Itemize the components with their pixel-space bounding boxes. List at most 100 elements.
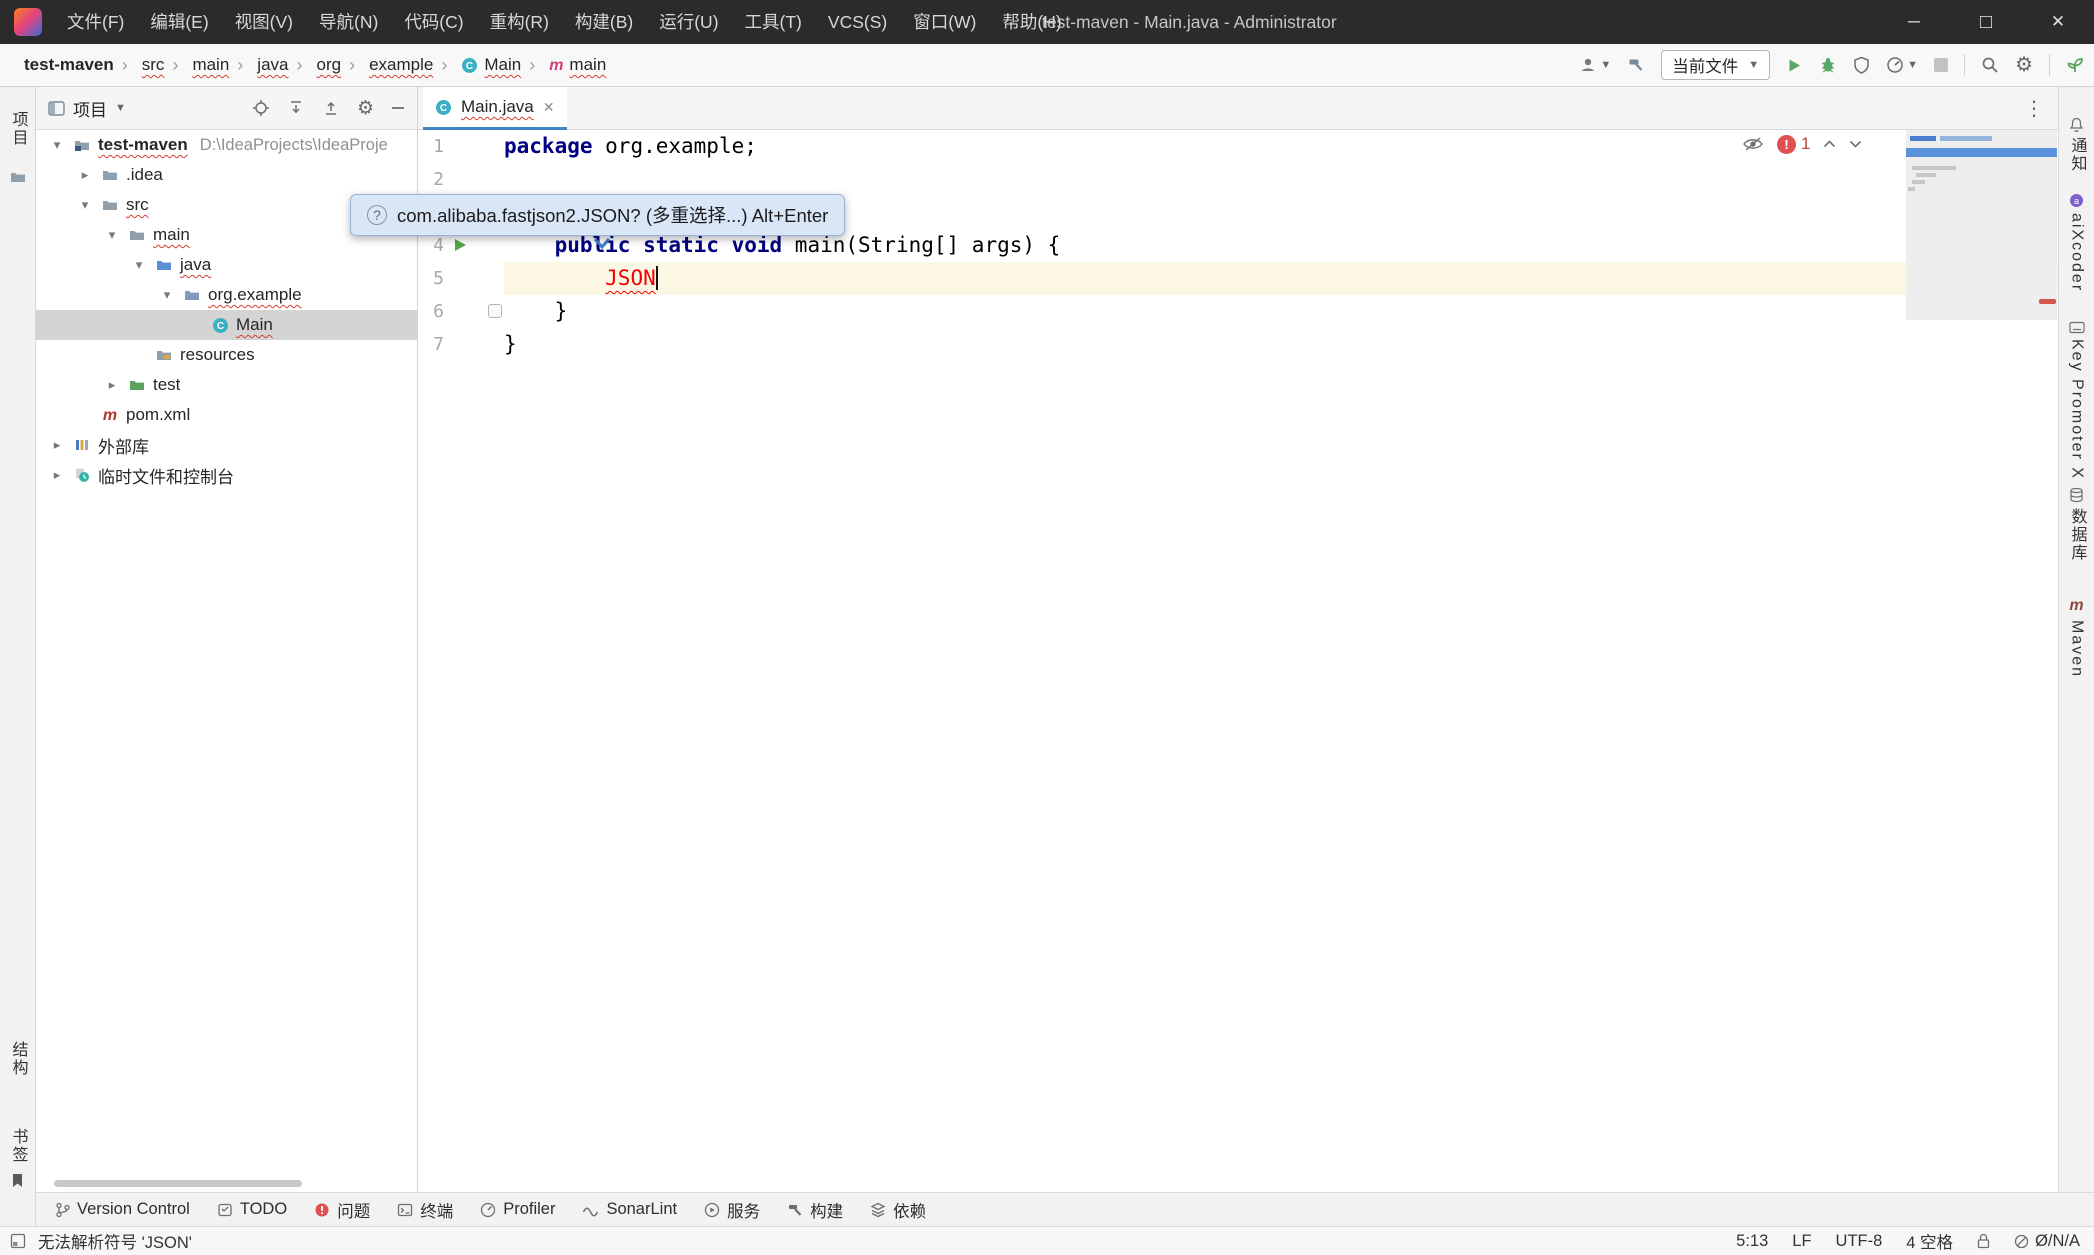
tool-button-build[interactable]: 构建	[787, 1198, 843, 1222]
hide-panel-icon[interactable]	[391, 101, 405, 115]
expand-icon[interactable]	[103, 377, 121, 393]
tool-window-button-maven[interactable]: Maven	[2059, 595, 2094, 678]
tool-button-dependencies[interactable]: 依赖	[870, 1198, 926, 1222]
error-count-badge[interactable]: 1	[1777, 134, 1810, 154]
previous-error-icon[interactable]	[1823, 140, 1836, 148]
settings-gear-icon[interactable]	[2015, 55, 2033, 75]
run-configuration-select[interactable]: 当前文件	[1661, 50, 1770, 80]
profile-button[interactable]	[1579, 56, 1611, 74]
menu-build[interactable]: 构建(B)	[562, 0, 646, 44]
close-button[interactable]	[2022, 0, 2094, 44]
panel-settings-gear-icon[interactable]	[357, 99, 374, 118]
breadcrumb-item-method-main[interactable]: main	[521, 55, 606, 76]
expand-icon[interactable]	[48, 137, 66, 153]
debug-icon[interactable]	[1819, 56, 1837, 74]
expand-icon[interactable]	[48, 437, 66, 453]
stop-icon[interactable]	[1934, 58, 1948, 72]
run-icon[interactable]	[1786, 57, 1803, 74]
tool-button-version-control[interactable]: Version Control	[55, 1200, 190, 1219]
tool-window-button-database[interactable]: 数据库	[2059, 487, 2094, 562]
tree-item-org-example[interactable]: org.example	[36, 280, 417, 310]
tree-item-pom-xml[interactable]: pom.xml	[36, 400, 417, 430]
horizontal-scrollbar[interactable]	[54, 1180, 302, 1187]
more-options-icon[interactable]	[2024, 87, 2044, 129]
next-error-icon[interactable]	[1849, 140, 1862, 148]
highlight-level-eye-icon[interactable]	[1742, 136, 1764, 152]
tool-button-services[interactable]: 服务	[704, 1198, 760, 1222]
breadcrumb-item-class-main[interactable]: C Main	[433, 55, 521, 76]
menu-window[interactable]: 窗口(W)	[900, 0, 989, 44]
profiler-run-button[interactable]	[1886, 56, 1918, 74]
tool-button-sonarlint[interactable]: SonarLint	[582, 1200, 677, 1219]
expand-icon[interactable]	[76, 167, 94, 183]
tree-item-resources[interactable]: resources	[36, 340, 417, 370]
menu-run[interactable]: 运行(U)	[646, 0, 731, 44]
menu-refactor[interactable]: 重构(R)	[477, 0, 562, 44]
expand-icon[interactable]	[158, 287, 176, 303]
breadcrumb-item-java[interactable]: java	[229, 55, 288, 76]
tree-item-test[interactable]: test	[36, 370, 417, 400]
line-separator[interactable]: LF	[1792, 1232, 1811, 1251]
minimap-viewport[interactable]	[1906, 148, 2057, 157]
tool-window-button-key-promoter[interactable]: Key Promoter X	[2059, 321, 2094, 480]
breadcrumb-item-src[interactable]: src	[114, 55, 165, 76]
menu-vcs[interactable]: VCS(S)	[815, 0, 900, 44]
expand-icon[interactable]	[76, 197, 94, 213]
tool-window-button-folder[interactable]	[0, 169, 35, 185]
lock-icon[interactable]	[1977, 1233, 1990, 1249]
tab-main-java[interactable]: C Main.java	[423, 87, 567, 130]
gutter-marker-icon[interactable]	[488, 304, 502, 318]
panel-title[interactable]: 项目	[73, 96, 107, 121]
expand-all-icon[interactable]	[322, 99, 340, 117]
maximize-button[interactable]	[1950, 0, 2022, 44]
tree-item-main-class[interactable]: C Main	[36, 310, 417, 340]
locate-icon[interactable]	[252, 99, 270, 117]
tool-window-button-project[interactable]: 项目	[0, 111, 35, 147]
tool-window-button-bookmarks[interactable]: 书签	[0, 1128, 35, 1164]
caret-position[interactable]: 5:13	[1736, 1232, 1768, 1251]
tree-item-java[interactable]: java	[36, 250, 417, 280]
breadcrumb-item-org[interactable]: org	[288, 55, 341, 76]
menu-tools[interactable]: 工具(T)	[732, 0, 815, 44]
coverage-icon[interactable]	[1853, 56, 1870, 74]
menu-file[interactable]: 文件(F)	[54, 0, 137, 44]
build-hammer-icon[interactable]	[1627, 56, 1645, 74]
plugin-leaf-icon[interactable]	[2066, 56, 2084, 74]
tool-window-button-structure[interactable]: 结构	[0, 1041, 35, 1077]
memory-indicator[interactable]: Ø/N/A	[2014, 1232, 2080, 1251]
chevron-down-icon[interactable]	[115, 102, 126, 114]
close-tab-icon[interactable]	[543, 99, 555, 116]
tree-item-idea[interactable]: .idea	[36, 160, 417, 190]
indent-style[interactable]: 4 空格	[1906, 1229, 1953, 1253]
import-suggestion-popup[interactable]: com.alibaba.fastjson2.JSON? (多重选择...) Al…	[350, 194, 845, 236]
menu-navigate[interactable]: 导航(N)	[306, 0, 391, 44]
tool-button-todo[interactable]: TODO	[217, 1200, 287, 1219]
expand-icon[interactable]	[103, 227, 121, 243]
breadcrumb-item-example[interactable]: example	[341, 55, 433, 76]
expand-icon[interactable]	[130, 257, 148, 273]
tree-item-test-maven[interactable]: test-maven D:\IdeaProjects\IdeaProje	[36, 130, 417, 160]
expand-icon[interactable]	[48, 467, 66, 483]
menu-edit[interactable]: 编辑(E)	[137, 0, 221, 44]
intellij-logo-icon[interactable]	[14, 8, 42, 36]
breadcrumb-item-project[interactable]: test-maven	[24, 55, 114, 75]
tool-window-button-notifications[interactable]: 通知	[2059, 117, 2094, 173]
bookmark-icon-button[interactable]	[0, 1173, 35, 1188]
menu-code[interactable]: 代码(C)	[391, 0, 476, 44]
collapse-all-icon[interactable]	[287, 99, 305, 117]
code-editor[interactable]: 1 package org.example; 2 3 4 public stat	[418, 130, 2058, 1192]
tool-window-switcher-icon[interactable]	[10, 1233, 26, 1249]
tool-button-terminal[interactable]: 终端	[397, 1198, 453, 1222]
code-minimap[interactable]	[1906, 130, 2057, 320]
tree-item-scratches[interactable]: 临时文件和控制台	[36, 460, 417, 490]
menu-view[interactable]: 视图(V)	[222, 0, 306, 44]
run-line-icon[interactable]	[452, 237, 468, 253]
tree-item-external-libraries[interactable]: 外部库	[36, 430, 417, 460]
breadcrumb-item-main[interactable]: main	[164, 55, 229, 76]
minimize-button[interactable]	[1878, 0, 1950, 44]
file-encoding[interactable]: UTF-8	[1836, 1232, 1883, 1251]
tool-button-problems[interactable]: 问题	[314, 1198, 370, 1222]
tool-window-button-aixcoder[interactable]: a aiXcoder	[2059, 193, 2094, 292]
error-stripe-mark[interactable]	[2039, 299, 2056, 304]
tool-button-profiler[interactable]: Profiler	[480, 1200, 555, 1219]
